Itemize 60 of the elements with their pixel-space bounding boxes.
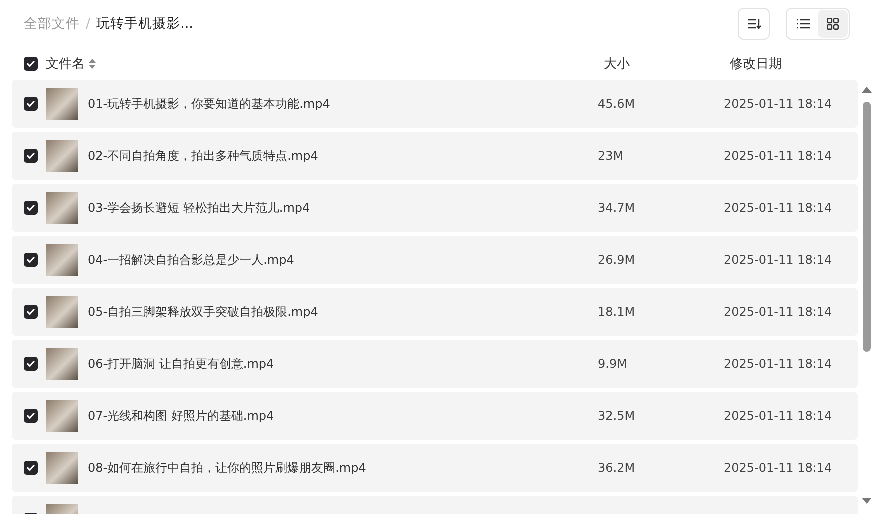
list-icon — [796, 19, 810, 29]
file-size: 32.5M — [598, 409, 636, 423]
file-row[interactable]: 04-一招解决自拍合影总是少一人.mp4 26.9M 2025-01-11 18:14 — [12, 236, 858, 284]
file-row[interactable]: 05-自拍三脚架释放双手突破自拍极限.mp4 18.1M 2025-01-11 18:14 — [12, 288, 858, 336]
file-name: 03-学会扬长避短 轻松拍出大片范儿.mp4 — [88, 200, 312, 216]
file-size: 45.6M — [598, 97, 636, 111]
file-name: 02-不同自拍角度，拍出多种气质特点.mp4 — [88, 148, 320, 164]
file-row[interactable]: 07-光线和构图 好照片的基础.mp4 32.5M 2025-01-11 18:14 — [12, 392, 858, 440]
breadcrumb-item: 玩转手机摄影... — [96, 15, 194, 33]
file-size: 26.9M — [598, 253, 636, 267]
file-name: 04-一招解决自拍合影总是少一人.mp4 — [88, 252, 296, 268]
photo-placeholder — [46, 400, 78, 432]
file-name: 05-自拍三脚架释放双手突破自拍极限.mp4 — [88, 304, 320, 320]
sort-button[interactable] — [738, 8, 770, 40]
modified-date: 2025-01-11 18:14 — [724, 305, 832, 319]
modified-date: 2025-01-11 18:14 — [724, 149, 832, 163]
grid-view-button[interactable] — [818, 10, 848, 38]
file-row[interactable]: 02-不同自拍角度，拍出多种气质特点.mp4 23M 2025-01-11 18:14 — [12, 132, 858, 180]
checkbox[interactable] — [24, 149, 38, 163]
checkbox[interactable] — [24, 253, 38, 267]
checkbox[interactable] — [24, 357, 38, 371]
file-row[interactable]: 03-学会扬长避短 轻松拍出大片范儿.mp4 34.7M 2025-01-11 18:14 — [12, 184, 858, 232]
file-size: 36.2M — [598, 461, 636, 475]
photo-placeholder — [46, 452, 78, 484]
file-row[interactable]: 08-如何在旅行中自拍，让你的照片刷爆朋友圈.mp4 36.2M 2025-01-11 18:14 — [12, 444, 858, 492]
photo-placeholder — [46, 88, 78, 120]
modified-date: 2025-01-11 18:14 — [724, 97, 832, 111]
checkbox[interactable] — [24, 409, 38, 423]
column-header[interactable]: 文件名 — [46, 55, 85, 73]
checkbox[interactable] — [24, 461, 38, 475]
modified-date: 2025-01-11 18:14 — [724, 357, 832, 371]
select-all-checkbox[interactable] — [24, 57, 38, 71]
modified-date: 2025-01-11 18:14 — [724, 201, 832, 215]
file-size: 18.1M — [598, 305, 636, 319]
file-size: 34.7M — [598, 201, 636, 215]
column-header: 修改日期 — [730, 57, 782, 72]
column-header: 大小 — [604, 57, 630, 72]
file-row[interactable]: 06-打开脑洞 让自拍更有创意.mp4 9.9M 2025-01-11 18:14 — [12, 340, 858, 388]
photo-placeholder — [46, 192, 78, 224]
breadcrumb-separator: / — [86, 16, 91, 32]
checkbox[interactable] — [24, 201, 38, 215]
photo-placeholder — [46, 296, 78, 328]
file-row[interactable]: 01-玩转手机摄影，你要知道的基本功能.mp4 45.6M 2025-01-11 18:14 — [12, 80, 858, 128]
file-name: 06-打开脑洞 让自拍更有创意.mp4 — [88, 356, 276, 372]
file-size: 9.9M — [598, 357, 628, 371]
checkbox[interactable] — [24, 305, 38, 319]
file-name: 07-光线和构图 好照片的基础.mp4 — [88, 408, 276, 424]
checkbox[interactable] — [24, 97, 38, 111]
file-size: 23M — [598, 149, 625, 163]
modified-date: 2025-01-11 18:14 — [724, 461, 832, 475]
file-name: 01-玩转手机摄影，你要知道的基本功能.mp4 — [88, 96, 332, 112]
sort-icon[interactable] — [89, 59, 96, 69]
photo-placeholder — [46, 244, 78, 276]
photo-placeholder — [46, 348, 78, 380]
file-name: 08-如何在旅行中自拍，让你的照片刷爆朋友圈.mp4 — [88, 460, 368, 476]
modified-date: 2025-01-11 18:14 — [724, 253, 832, 267]
sort-lines-icon — [747, 18, 761, 30]
grid-icon — [827, 18, 839, 30]
photo-placeholder — [46, 140, 78, 172]
modified-date: 2025-01-11 18:14 — [724, 409, 832, 423]
